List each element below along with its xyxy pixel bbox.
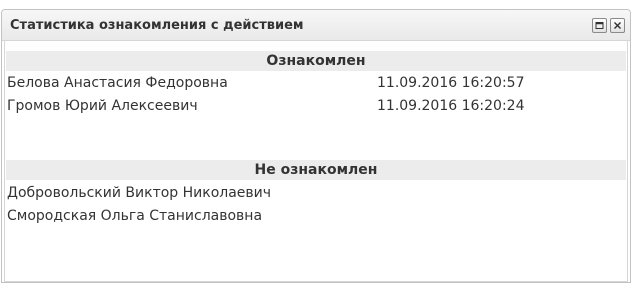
- window-titlebar[interactable]: Статистика ознакомления с действием: [2, 10, 630, 41]
- maximize-button[interactable]: [592, 18, 607, 33]
- statistics-window: Статистика ознакомления с действием Озна…: [1, 9, 631, 283]
- section-header-acquainted: Ознакомлен: [6, 51, 626, 71]
- person-name: Громов Юрий Алексеевич: [7, 98, 198, 114]
- section-header-not-acquainted: Не ознакомлен: [6, 160, 626, 180]
- close-icon: [614, 22, 621, 29]
- window-title: Статистика ознакомления с действием: [10, 18, 304, 33]
- person-name: Добровольский Виктор Николаевич: [7, 185, 272, 201]
- maximize-icon: [595, 22, 604, 29]
- person-name: Смородская Ольга Станиславовна: [7, 208, 263, 224]
- close-button[interactable]: [610, 18, 625, 33]
- window-content: Ознакомлен Белова Анастасия Федоровна 11…: [4, 41, 628, 282]
- person-name: Белова Анастасия Федоровна: [7, 75, 228, 91]
- acquaintance-date: 11.09.2016 16:20:24: [377, 98, 525, 114]
- acquaintance-date: 11.09.2016 16:20:57: [377, 75, 525, 91]
